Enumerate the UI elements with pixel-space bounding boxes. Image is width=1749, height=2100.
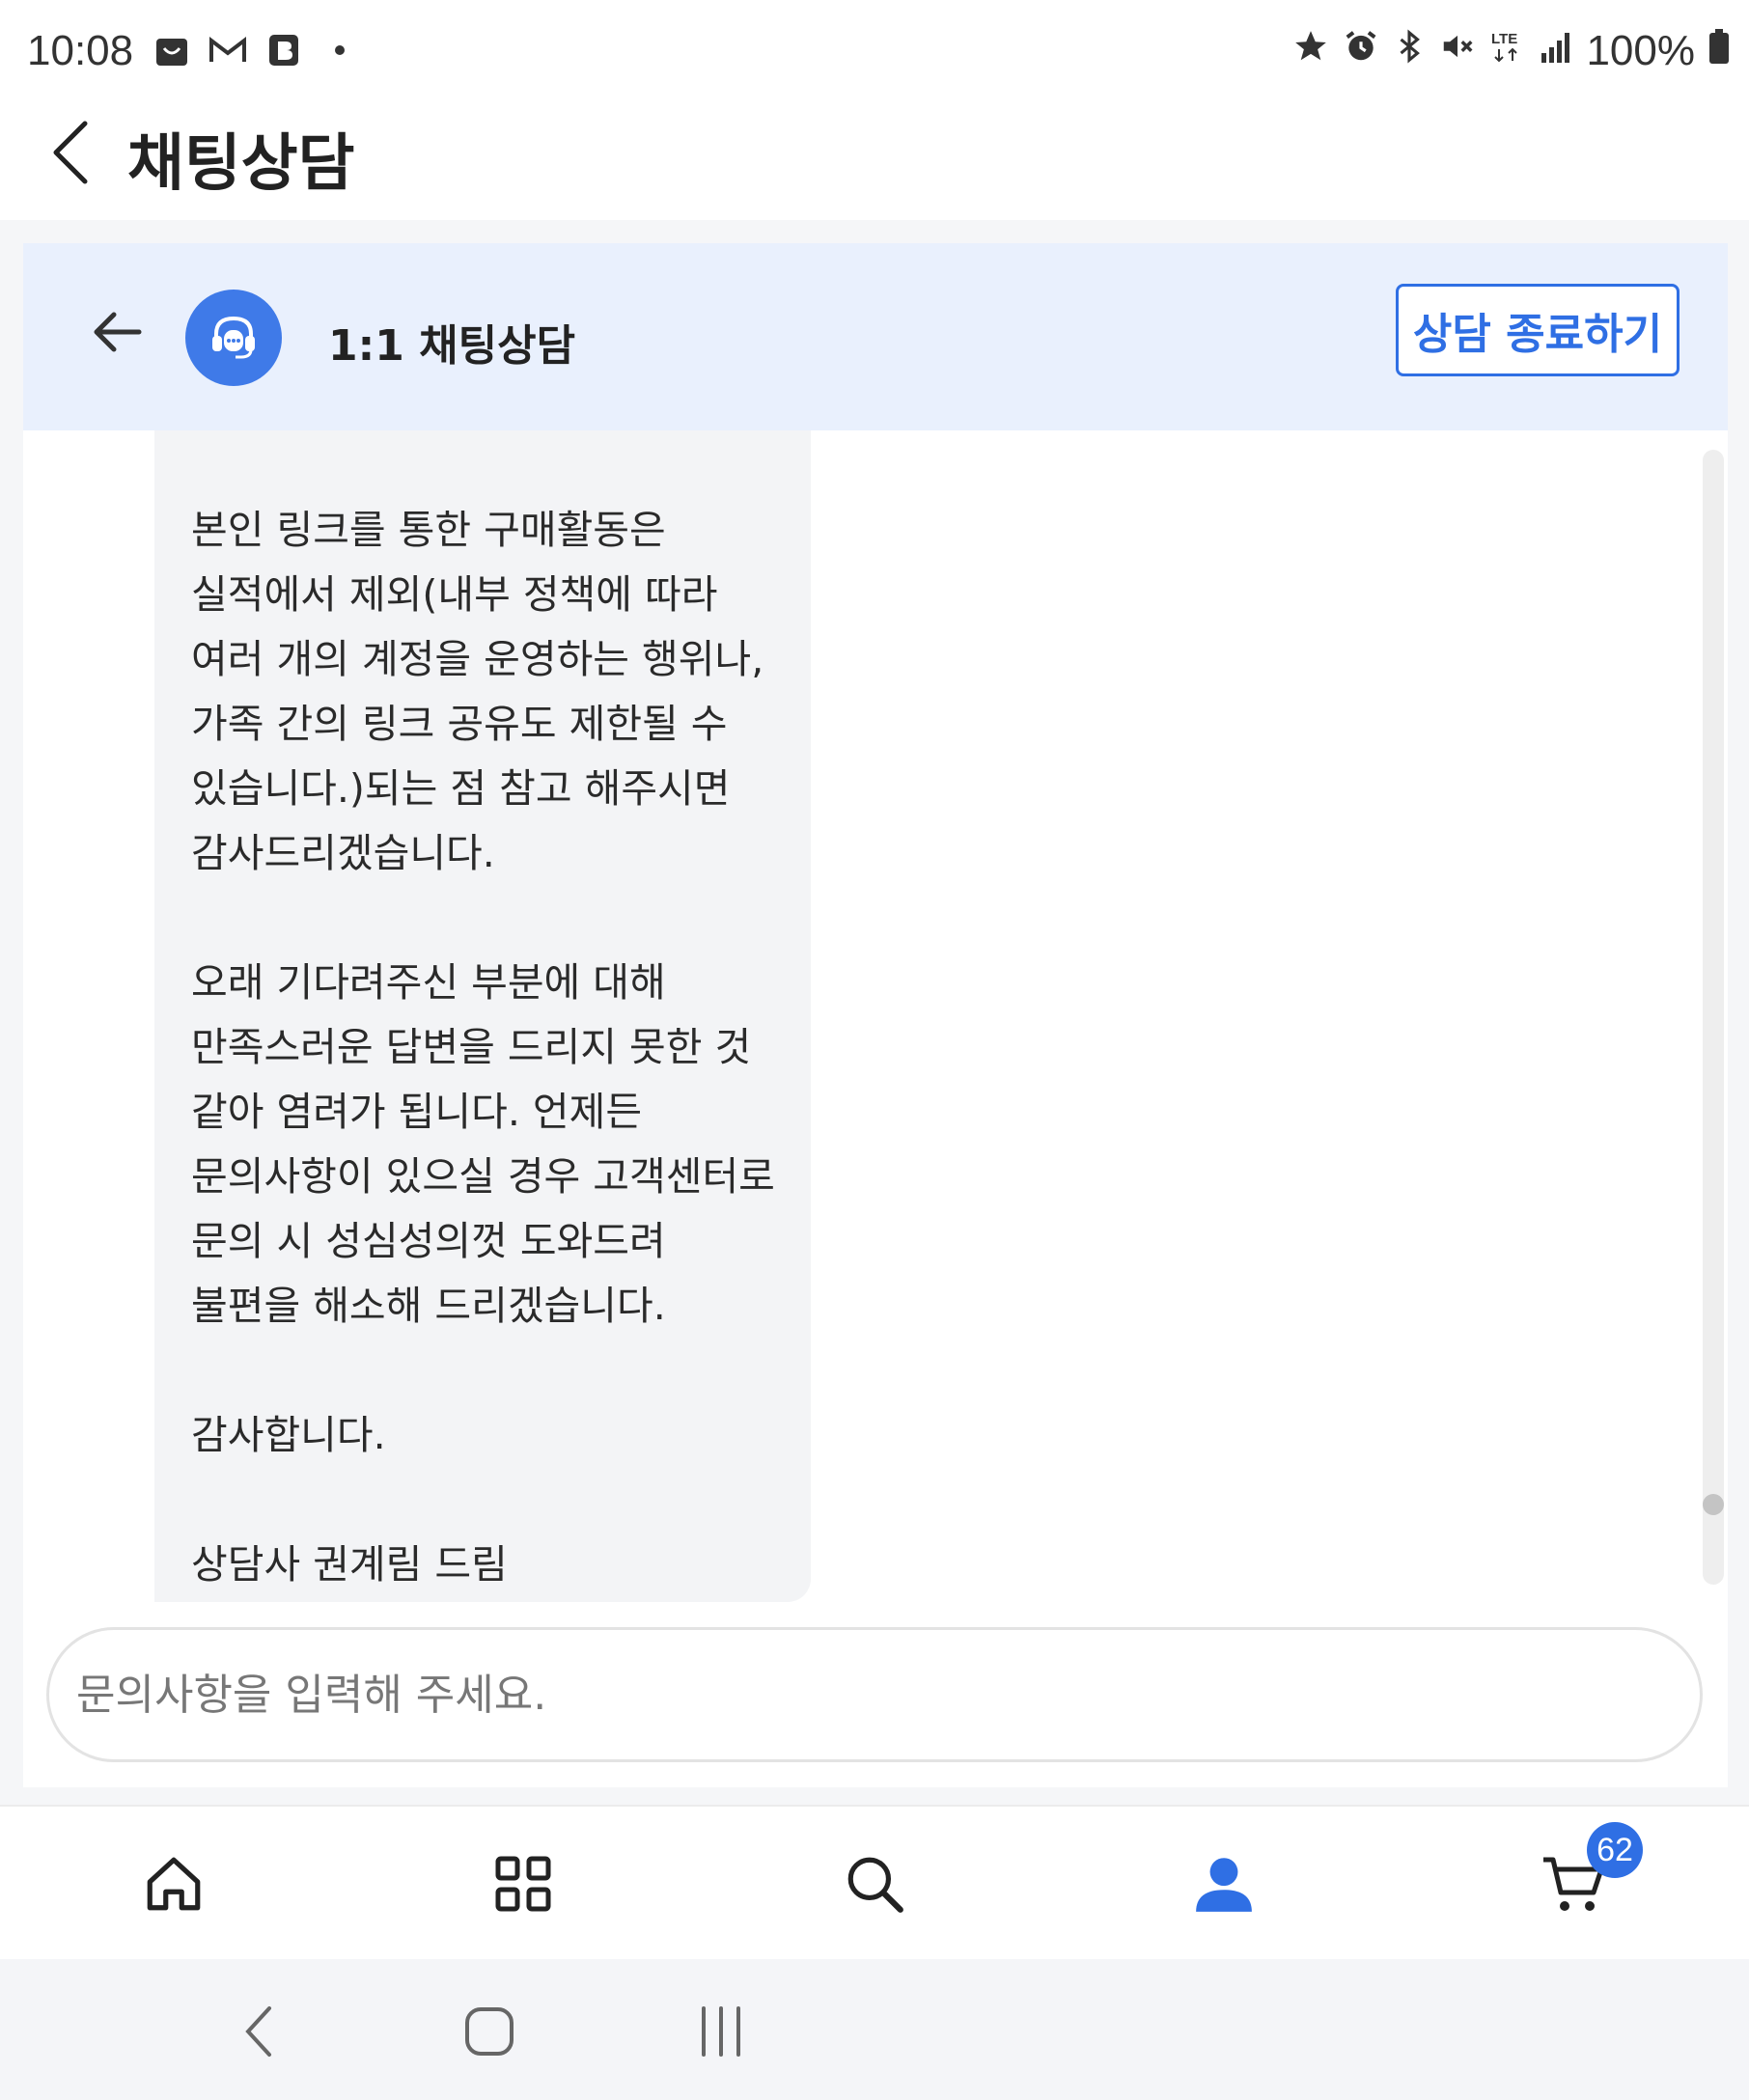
alarm-icon	[1343, 27, 1379, 75]
signal-icon	[1538, 27, 1572, 75]
message-paragraph: 감사합니다.	[191, 1412, 386, 1458]
my-page-icon	[1196, 1858, 1252, 1912]
app-header: 채팅상담	[0, 106, 1749, 220]
system-nav-bar	[0, 1959, 1749, 2100]
headset-icon	[212, 316, 255, 359]
star-icon	[1292, 27, 1329, 75]
message-paragraph: 오래 기다려주신 부분에 대해 만족스러운 답변을 드리지 못한 것 같아 염려…	[191, 959, 775, 1329]
lte-icon: LTE	[1489, 27, 1524, 75]
back-chevron-icon	[245, 2006, 271, 2057]
system-home-button[interactable]	[456, 1998, 523, 2065]
mute-icon	[1439, 27, 1476, 75]
gmail-icon	[207, 29, 249, 71]
scrollbar-thumb[interactable]	[1703, 1494, 1724, 1515]
battery-icon	[1708, 27, 1730, 75]
battery-percent: 100%	[1586, 27, 1695, 74]
chat-panel: 1:1 채팅상담 상담 종료하기 본인 링크를 통한 구매활동은 실적에서 제외…	[23, 243, 1728, 1787]
home-icon	[147, 1857, 201, 1911]
cart-count-badge: 62	[1587, 1822, 1643, 1878]
page-title: 채팅상담	[127, 128, 355, 200]
nav-my-page[interactable]	[1185, 1845, 1263, 1922]
message-input[interactable]	[76, 1670, 1700, 1720]
scrollbar-track[interactable]	[1703, 450, 1724, 1585]
recents-icon	[702, 2006, 740, 2057]
home-square-icon	[465, 2007, 514, 2056]
agent-message-bubble: 본인 링크를 통한 구매활동은 실적에서 제외(내부 정책에 따라 여러 개의 …	[154, 430, 811, 1602]
message-input-container	[46, 1627, 1703, 1762]
shopping-bag-icon	[151, 29, 193, 71]
svg-text:LTE: LTE	[1491, 31, 1517, 47]
message-paragraph: 본인 링크를 통한 구매활동은 실적에서 제외(내부 정책에 따라 여러 개의 …	[191, 507, 764, 876]
message-signature: 상담사 권계림 드림	[191, 1541, 508, 1588]
bottom-nav	[0, 1805, 1749, 1959]
chat-header: 1:1 채팅상담 상담 종료하기	[23, 243, 1728, 430]
nav-search[interactable]	[836, 1845, 913, 1922]
system-recents-button[interactable]	[687, 1998, 755, 2065]
notification-icons	[151, 29, 361, 71]
chat-title: 1:1 채팅상담	[328, 321, 576, 371]
status-right: LTE 100%	[1292, 27, 1730, 75]
end-chat-button[interactable]: 상담 종료하기	[1396, 284, 1680, 376]
chat-back-button[interactable]	[89, 303, 147, 361]
status-time: 10:08	[27, 27, 134, 74]
search-icon	[847, 1857, 903, 1913]
back-button[interactable]	[46, 114, 97, 191]
nav-categories[interactable]	[485, 1845, 562, 1922]
status-bar: 10:08 LTE 100%	[0, 0, 1749, 106]
nav-home[interactable]	[135, 1845, 212, 1922]
bluetooth-icon	[1393, 27, 1426, 75]
categories-icon	[495, 1856, 551, 1912]
dot-icon	[319, 29, 361, 71]
b-app-icon	[263, 29, 305, 71]
system-back-button[interactable]	[226, 1998, 293, 2065]
agent-avatar	[185, 290, 282, 386]
